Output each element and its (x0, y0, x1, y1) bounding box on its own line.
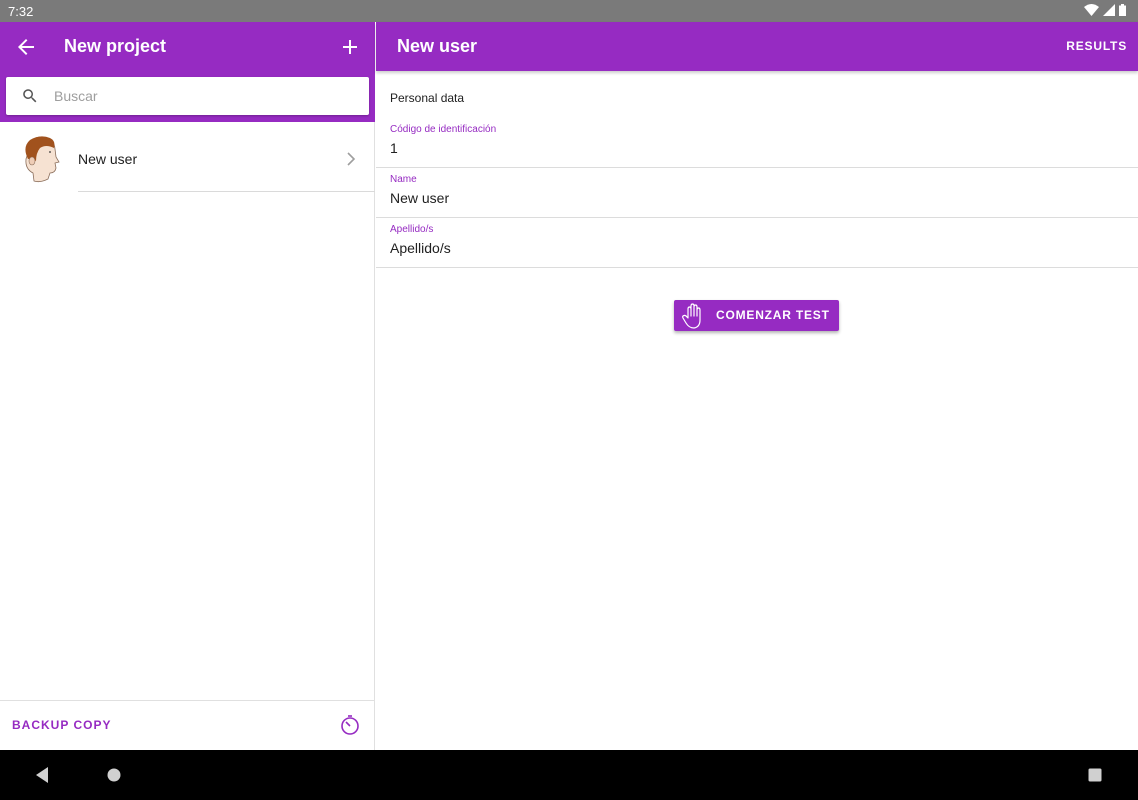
plus-icon[interactable] (338, 35, 362, 59)
project-pane: New project New user BACKUP COPY (0, 22, 375, 750)
timer-icon[interactable] (339, 714, 361, 736)
navigation-bar (0, 750, 1138, 800)
user-name: New user (78, 151, 138, 167)
start-test-button[interactable]: COMENZAR TEST (674, 300, 839, 331)
start-test-label: COMENZAR TEST (716, 308, 830, 322)
status-time: 7:32 (8, 4, 34, 19)
project-footer: BACKUP COPY (0, 700, 375, 750)
search-icon (23, 89, 37, 103)
chevron-right-icon (347, 152, 356, 166)
battery-icon (1119, 4, 1126, 16)
project-app-bar: New project (0, 22, 375, 122)
search-box (6, 77, 369, 115)
name-field[interactable]: Name New user (376, 168, 1138, 218)
list-divider (78, 191, 375, 192)
user-detail-pane: New user RESULTS Personal data Código de… (376, 22, 1138, 750)
signal-icon (1103, 4, 1115, 16)
section-heading: Personal data (390, 91, 465, 105)
nav-recent-icon[interactable] (1088, 768, 1102, 782)
field-value: Apellido/s (390, 240, 451, 256)
field-label: Apellido/s (390, 224, 434, 235)
user-list-item[interactable]: New user (0, 127, 375, 191)
field-label: Código de identificación (390, 124, 497, 135)
avatar-head-icon (25, 136, 60, 183)
field-label: Name (390, 174, 417, 185)
nav-back-icon[interactable] (34, 766, 50, 784)
field-value: New user (390, 190, 450, 206)
user-app-bar: New user RESULTS (376, 22, 1138, 71)
backup-copy-button[interactable]: BACKUP COPY (12, 718, 111, 732)
wifi-icon (1084, 4, 1099, 16)
id-code-field[interactable]: Código de identificación 1 (376, 118, 1138, 168)
system-icons (1084, 4, 1126, 16)
surname-field[interactable]: Apellido/s Apellido/s (376, 218, 1138, 268)
results-button[interactable]: RESULTS (1066, 39, 1127, 53)
search-input[interactable] (54, 77, 354, 115)
status-bar: 7:32 (0, 0, 1138, 22)
back-arrow-icon[interactable] (14, 35, 38, 59)
project-title: New project (64, 36, 167, 56)
hand-icon (682, 303, 701, 329)
field-value: 1 (390, 140, 398, 156)
user-title: New user (397, 36, 478, 56)
nav-home-icon[interactable] (107, 768, 121, 782)
